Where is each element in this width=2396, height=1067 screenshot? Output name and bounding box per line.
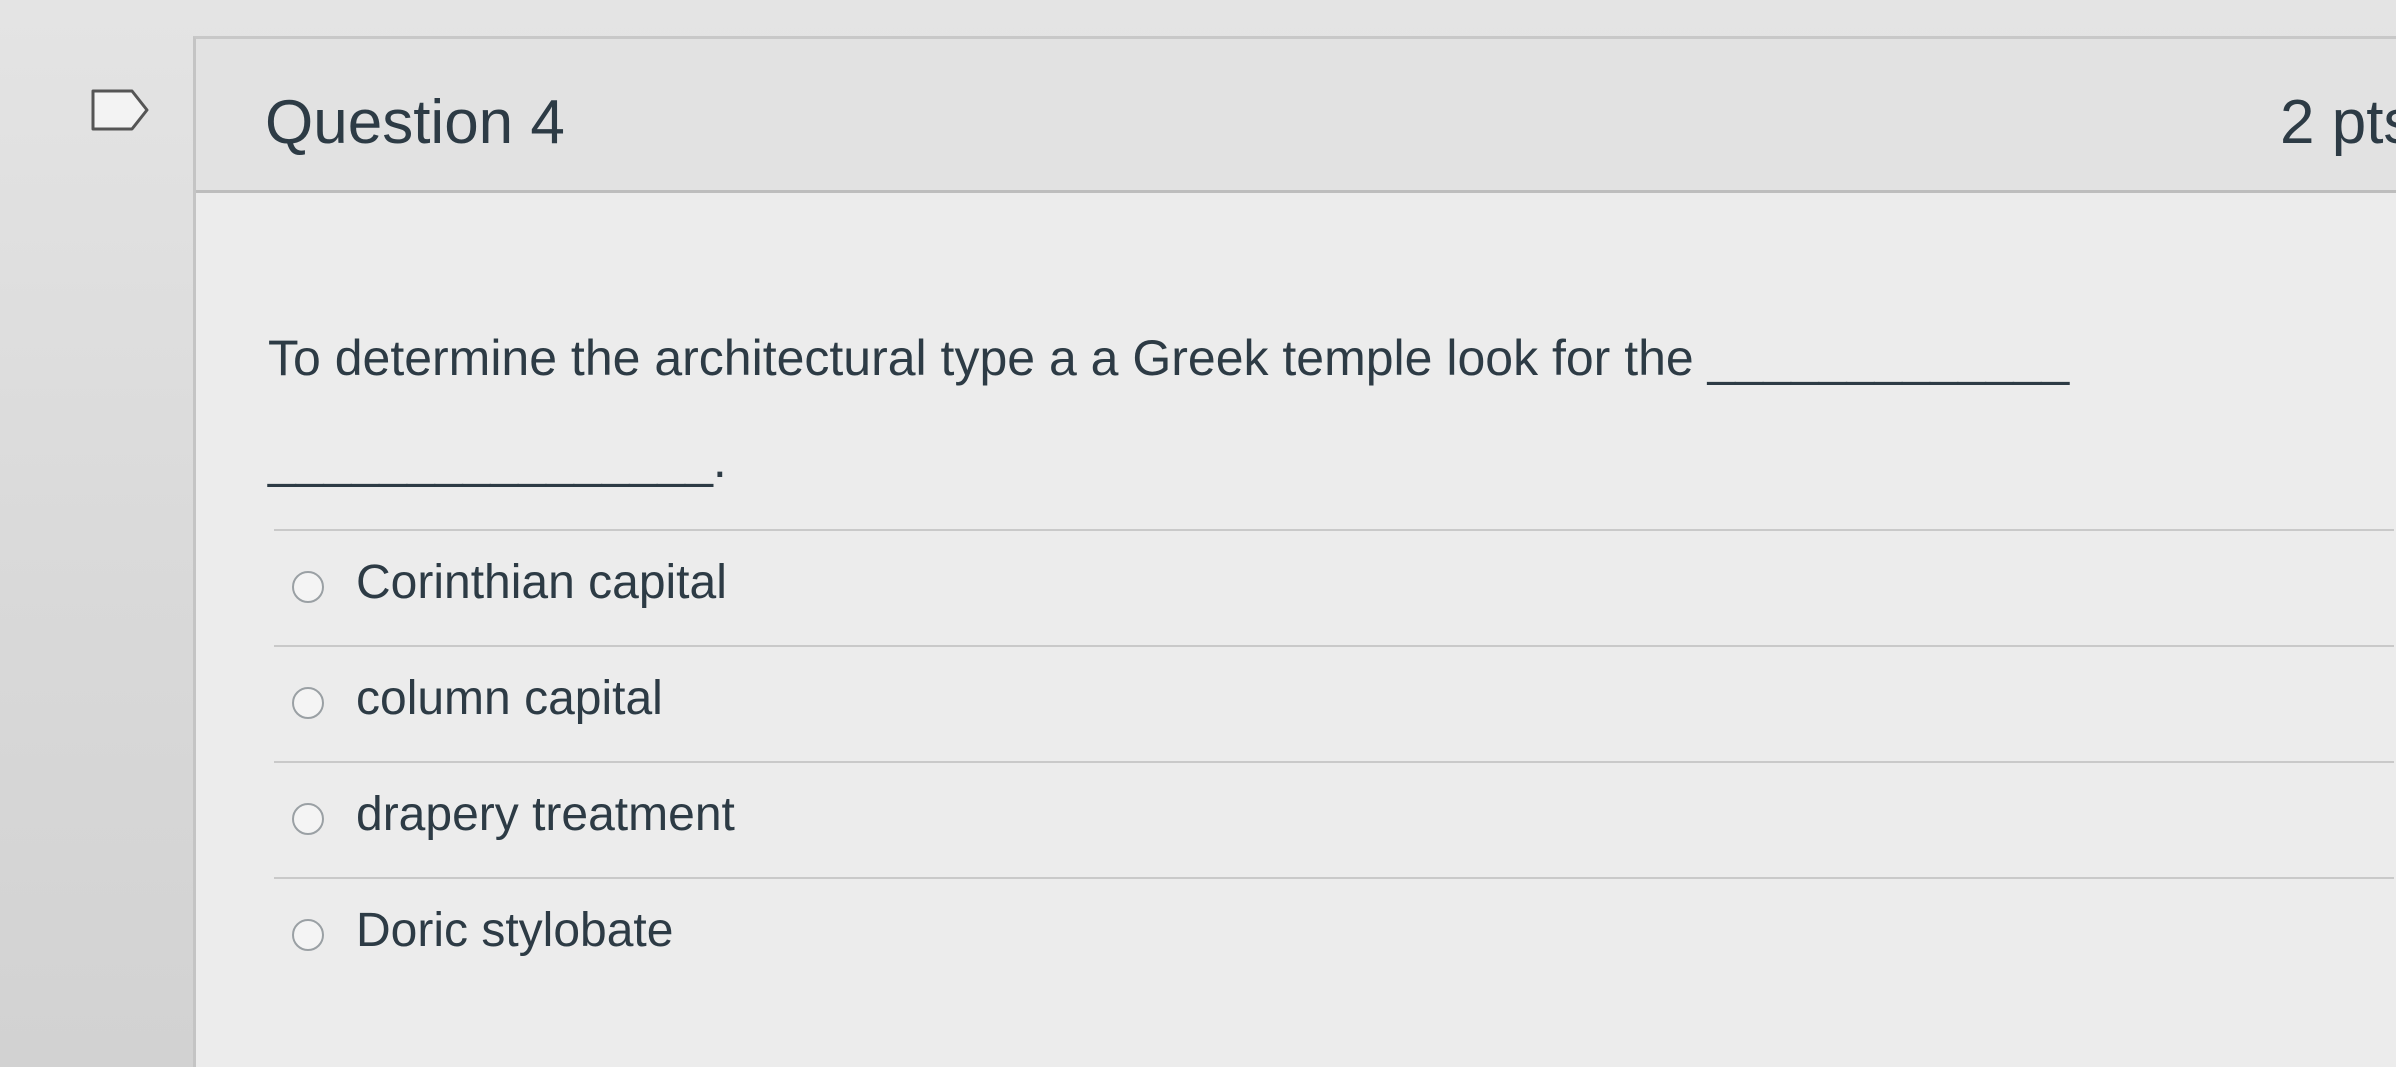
radio-button[interactable] [292, 803, 324, 835]
answer-list: Corinthian capital column capital draper… [274, 529, 2394, 993]
answer-label[interactable]: Doric stylobate [356, 903, 673, 958]
radio-button[interactable] [292, 919, 324, 951]
answer-option[interactable]: drapery treatment [274, 761, 2394, 877]
flag-question-icon[interactable] [90, 88, 150, 132]
question-card: Question 4 2 pts To determine the archit… [193, 36, 2396, 1067]
answer-label[interactable]: column capital [356, 671, 663, 726]
question-points: 2 pts [2280, 88, 2396, 157]
radio-button[interactable] [292, 687, 324, 719]
question-text: To determine the architectural type a a … [268, 330, 2070, 488]
answer-option[interactable]: Doric stylobate [274, 877, 2394, 993]
answer-option[interactable]: Corinthian capital [274, 529, 2394, 645]
answer-label[interactable]: drapery treatment [356, 787, 735, 842]
question-header: Question 4 2 pts [196, 39, 2396, 193]
answer-label[interactable]: Corinthian capital [356, 555, 727, 610]
radio-button[interactable] [292, 571, 324, 603]
question-title: Question 4 [265, 88, 565, 157]
answer-option[interactable]: column capital [274, 645, 2394, 761]
